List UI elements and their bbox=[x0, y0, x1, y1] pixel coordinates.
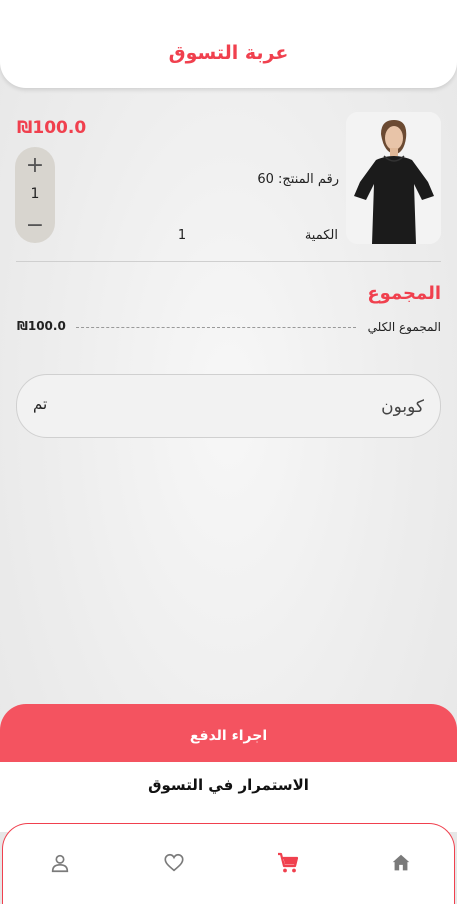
decrement-button[interactable]: − bbox=[15, 215, 55, 237]
coupon-box: تم bbox=[16, 374, 441, 438]
cart-icon bbox=[278, 852, 299, 873]
user-icon bbox=[51, 854, 69, 873]
bottom-nav bbox=[2, 823, 455, 904]
nav-home[interactable] bbox=[386, 849, 416, 877]
nav-cart[interactable] bbox=[273, 849, 303, 877]
total-value: ₪100.0 bbox=[17, 319, 66, 333]
coupon-input[interactable] bbox=[122, 391, 426, 423]
nav-profile[interactable] bbox=[45, 849, 75, 877]
quantity-label: الكمية bbox=[304, 228, 338, 243]
product-id-label: رقم المنتج: 60 bbox=[257, 172, 339, 187]
total-label: المجموع الكلي bbox=[367, 320, 441, 334]
coupon-apply-button[interactable]: تم bbox=[33, 395, 47, 413]
app-header: عربة التسوق bbox=[0, 0, 457, 88]
continue-shopping-label: الاستمرار في التسوق bbox=[148, 776, 309, 794]
item-price: ₪100.0 bbox=[17, 118, 87, 138]
quantity-stepper: + 1 − bbox=[15, 147, 55, 243]
dotted-leader bbox=[76, 327, 356, 328]
nav-favorites[interactable] bbox=[159, 849, 189, 877]
quantity-value: 1 bbox=[177, 228, 187, 243]
page-title: عربة التسوق bbox=[168, 42, 289, 64]
continue-shopping-button[interactable]: الاستمرار في التسوق bbox=[0, 762, 457, 832]
totals-title: المجموع bbox=[367, 283, 441, 304]
increment-button[interactable]: + bbox=[15, 155, 55, 177]
divider bbox=[16, 261, 441, 262]
checkout-label: اجراء الدفع bbox=[189, 728, 268, 744]
product-image[interactable] bbox=[346, 112, 441, 244]
heart-icon bbox=[164, 853, 184, 872]
stepper-value: 1 bbox=[30, 186, 40, 202]
home-icon bbox=[392, 854, 410, 871]
